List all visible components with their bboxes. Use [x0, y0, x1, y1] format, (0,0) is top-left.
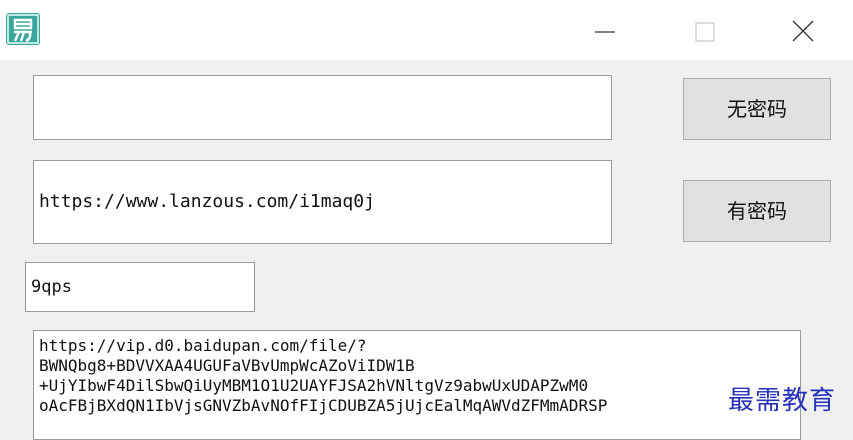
- close-icon: [792, 20, 814, 42]
- watermark-text: 最需教育: [728, 386, 837, 416]
- minimize-icon: [595, 31, 615, 33]
- no-password-button[interactable]: 无密码: [683, 78, 831, 140]
- url-input-empty[interactable]: [33, 75, 612, 140]
- with-password-button[interactable]: 有密码: [683, 180, 831, 242]
- minimize-button[interactable]: [588, 14, 622, 48]
- title-bar: [0, 0, 853, 60]
- share-link-input[interactable]: https://www.lanzous.com/i1maq0j: [33, 160, 612, 244]
- maximize-icon: [695, 22, 715, 42]
- password-input[interactable]: 9qps: [25, 262, 255, 312]
- maximize-button[interactable]: [688, 14, 722, 48]
- download-url-output[interactable]: https://vip.d0.baidupan.com/file/? BWNQb…: [33, 330, 801, 440]
- close-button[interactable]: [786, 14, 820, 48]
- app-icon: [6, 13, 40, 45]
